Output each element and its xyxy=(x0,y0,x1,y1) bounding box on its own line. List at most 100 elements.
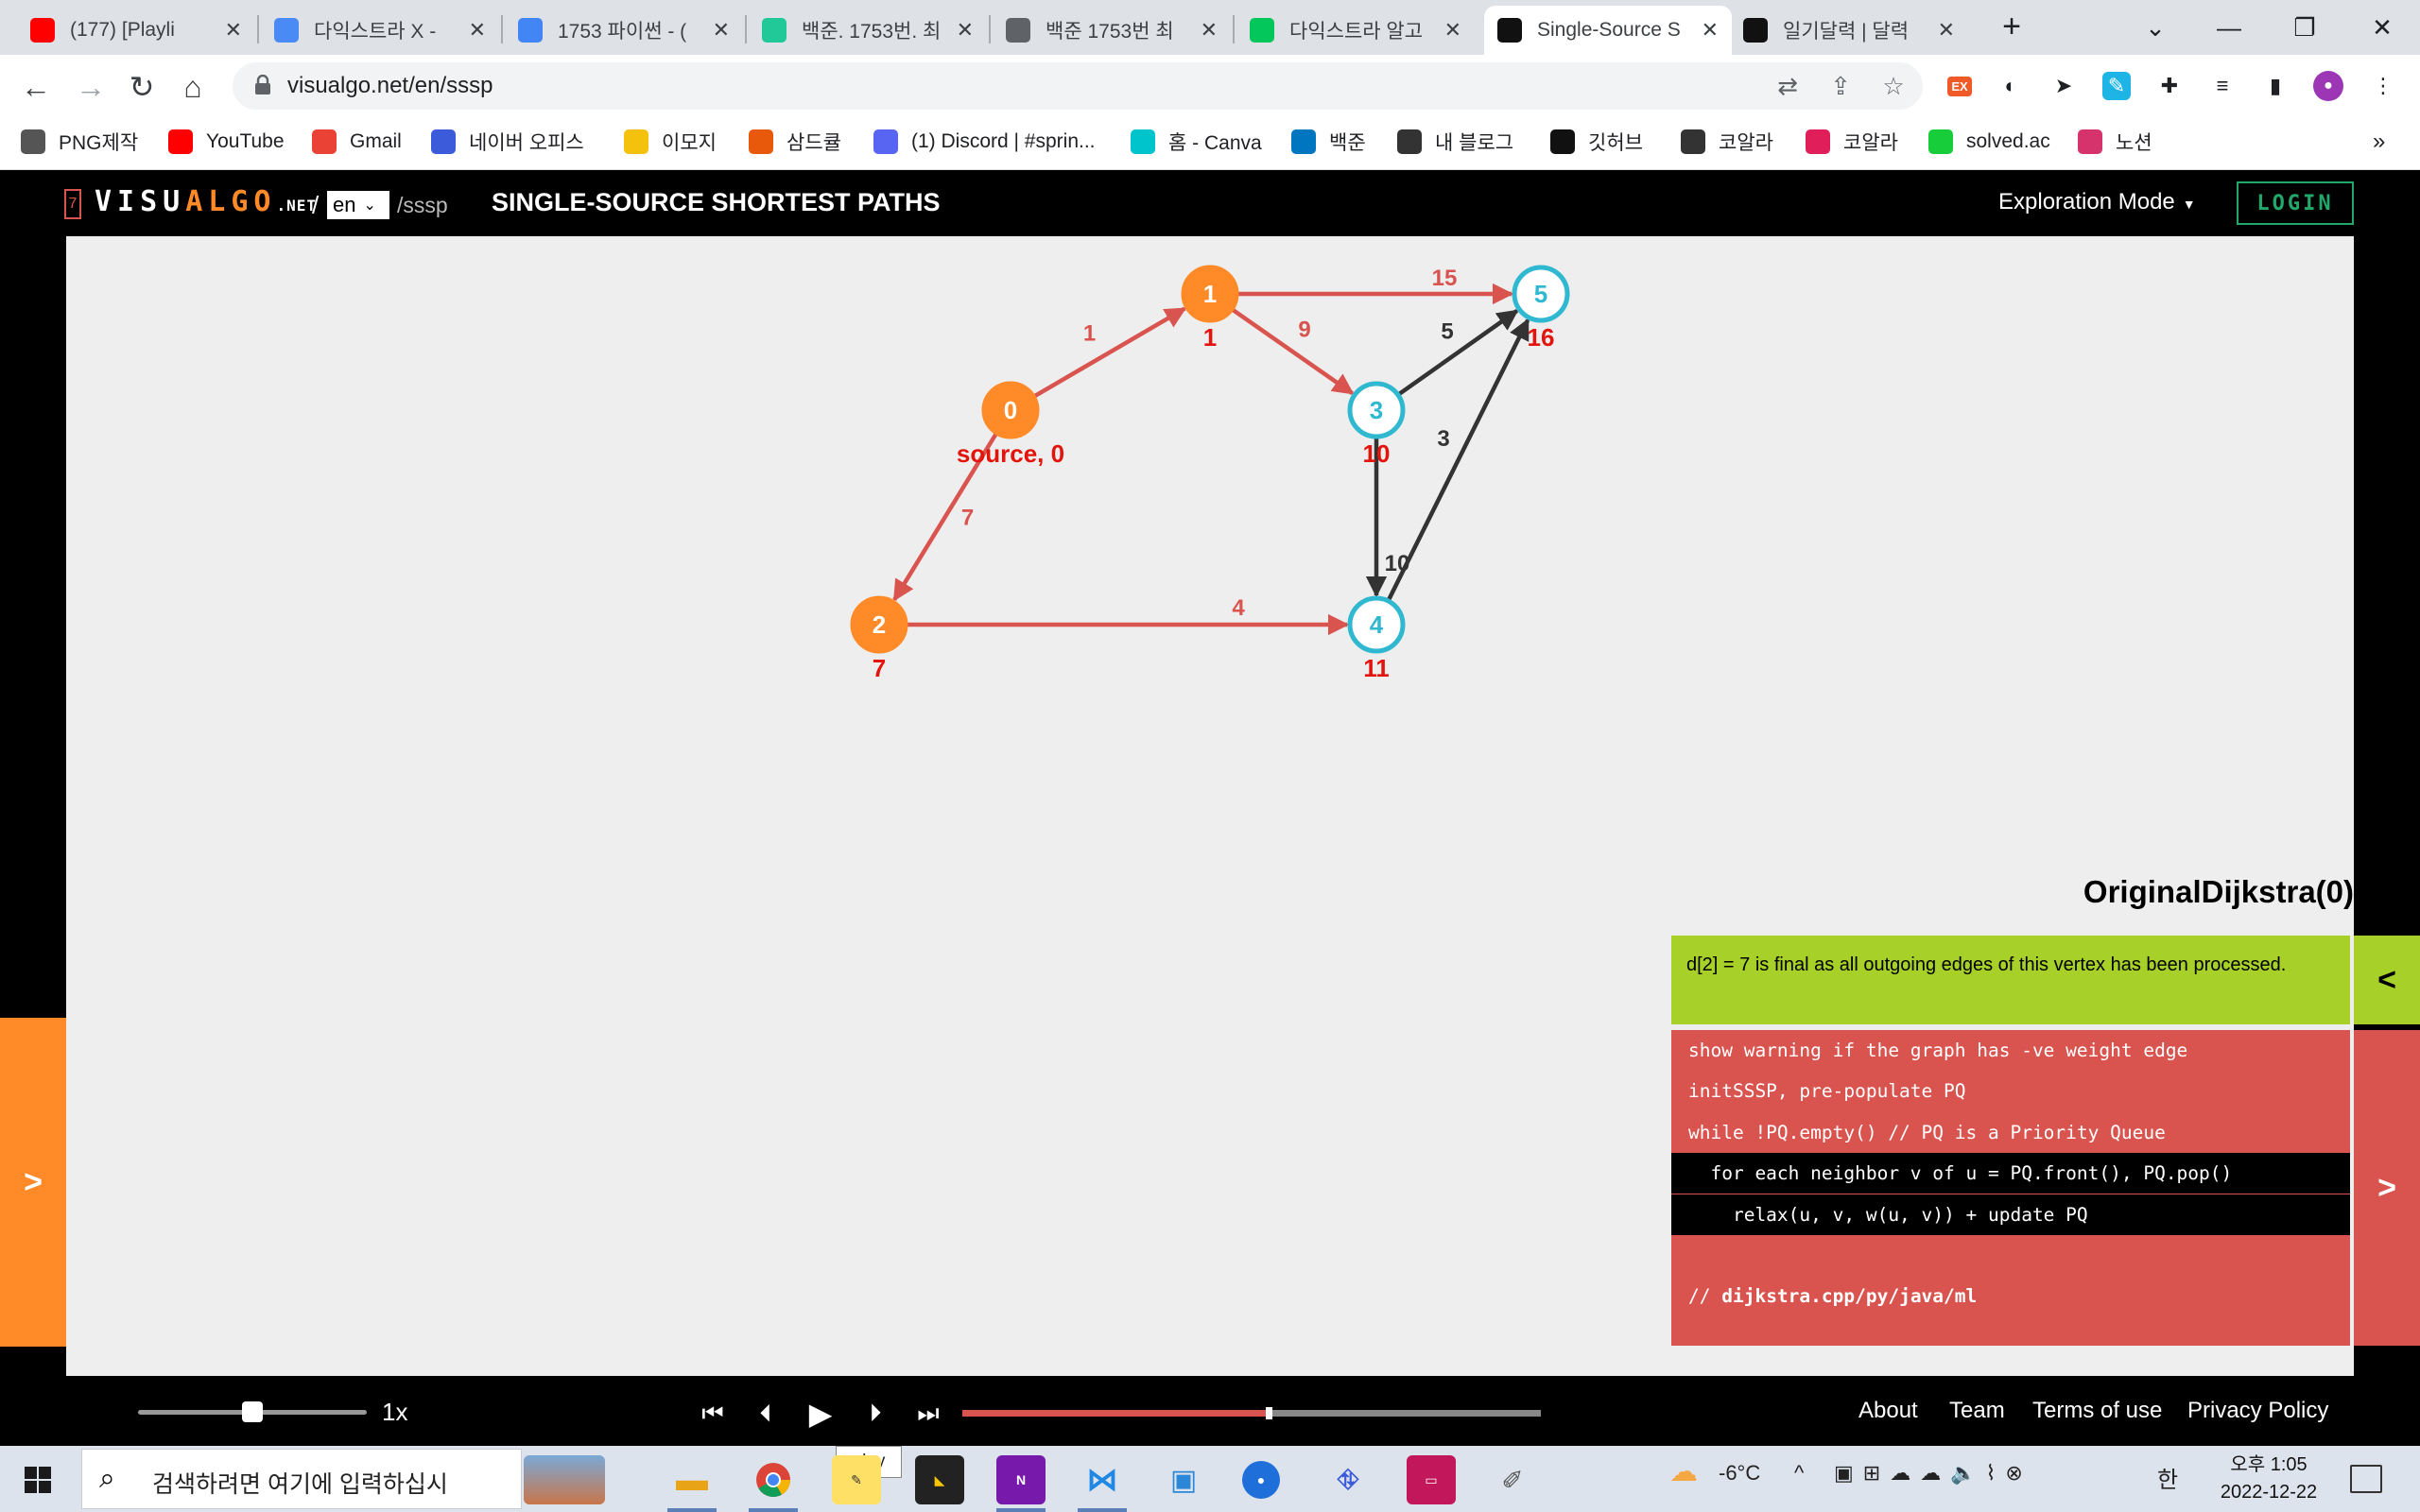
bookmark-item[interactable]: YouTube xyxy=(168,123,285,161)
close-window-button[interactable]: ✕ xyxy=(2344,0,2420,55)
ime-indicator[interactable]: 한 xyxy=(2157,1461,2178,1494)
login-button[interactable]: LOGIN xyxy=(2237,181,2354,225)
sticky-notes-icon[interactable]: ✎ xyxy=(832,1455,881,1504)
footer-link[interactable]: Team xyxy=(1949,1398,2005,1424)
bookmark-item[interactable]: 백준 xyxy=(1291,123,1366,161)
taskbar-search[interactable]: ⌕ 검색하려면 여기에 입력하십시 xyxy=(81,1449,522,1509)
kebab-menu-icon[interactable]: ⋮ xyxy=(2367,70,2399,102)
play-icon[interactable]: ▶ xyxy=(802,1395,839,1433)
more-bookmarks-chevron[interactable]: » xyxy=(2373,123,2385,161)
graph-edge-0-1[interactable] xyxy=(1032,306,1187,399)
collapse-status-button[interactable]: < xyxy=(2354,936,2420,1024)
close-tab-icon[interactable]: ✕ xyxy=(225,18,242,43)
back-arrow-icon[interactable]: ← xyxy=(15,66,57,108)
close-tab-icon[interactable]: ✕ xyxy=(1444,18,1461,43)
media-queue-icon[interactable]: ≡ xyxy=(2206,70,2238,102)
mode-dropdown[interactable]: Exploration Mode ▼ xyxy=(1998,189,2196,215)
circle-extension-icon[interactable]: ◐ xyxy=(1995,70,2027,102)
bookmark-item[interactable]: 네이버 오피스 xyxy=(431,123,584,161)
address-bar[interactable]: visualgo.net/en/sssp xyxy=(233,62,1923,110)
notes-app-icon[interactable]: ◣ xyxy=(915,1455,964,1504)
close-tab-icon[interactable]: ✕ xyxy=(1201,18,1218,43)
windows-start-icon[interactable] xyxy=(25,1467,51,1493)
step-forward-icon[interactable]: ⏵ xyxy=(856,1395,894,1433)
close-tab-icon[interactable]: ✕ xyxy=(957,18,974,43)
visualgo-logo[interactable]: VISUALGO.NET xyxy=(95,185,317,218)
onenote-icon[interactable]: N xyxy=(996,1455,1046,1504)
step-backward-icon[interactable]: ⏴ xyxy=(747,1395,785,1433)
puzzle-extensions-icon[interactable]: ✚ xyxy=(2153,70,2186,102)
bookmark-item[interactable]: 내 블로그 xyxy=(1397,123,1513,161)
close-tab-icon[interactable]: ✕ xyxy=(1938,18,1955,43)
browser-tab[interactable]: 백준 1753번 최 ✕ xyxy=(993,6,1231,55)
footer-link[interactable]: About xyxy=(1858,1398,1918,1424)
side-panel-icon[interactable]: ▮ xyxy=(2259,70,2291,102)
notification-center-icon[interactable] xyxy=(2350,1465,2382,1493)
browser-tab[interactable]: Single-Source S ✕ xyxy=(1484,6,1732,55)
footer-link[interactable]: Privacy Policy xyxy=(2187,1398,2328,1424)
browser-tab[interactable]: 1753 파이썬 - (✕ xyxy=(505,6,743,55)
speed-slider-handle[interactable] xyxy=(242,1401,263,1422)
tab-title: 백준. 1753번. 최 xyxy=(802,21,942,43)
window-app-icon[interactable]: ▣ xyxy=(1159,1455,1208,1504)
open-actions-button[interactable]: > xyxy=(0,1018,66,1347)
bookmark-item[interactable]: 이모지 xyxy=(624,123,717,161)
go-to-end-icon[interactable]: ⏭ xyxy=(909,1395,947,1433)
close-tab-icon[interactable]: ✕ xyxy=(1702,18,1719,43)
paint-app-icon[interactable]: ✐ xyxy=(1488,1455,1537,1504)
browser-tab[interactable]: 다익스트라 알고 ✕ xyxy=(1236,6,1475,55)
new-tab-button[interactable]: + xyxy=(1993,8,2031,45)
tab-search-chevron-icon[interactable]: ⌄ xyxy=(2118,0,2193,55)
bookmark-item[interactable]: solved.ac xyxy=(1928,123,2050,161)
share-icon[interactable]: ⇪ xyxy=(1824,70,1857,102)
bookmark-label: 깃허브 xyxy=(1588,132,1643,154)
forward-arrow-icon[interactable]: → xyxy=(70,66,112,108)
bookmark-item[interactable]: 홈 - Canva xyxy=(1131,123,1262,161)
system-clock[interactable]: 오후 1:05 2022-12-22 xyxy=(2206,1452,2331,1506)
pen-extension-icon[interactable]: ✎ xyxy=(2102,72,2131,100)
cursor-extension-icon[interactable]: ➤ xyxy=(2048,70,2080,102)
browser-tab[interactable]: (177) [Playli ✕ xyxy=(17,6,255,55)
browser-tab[interactable]: 일기달력 | 달력 ✕ xyxy=(1730,6,1968,55)
presentation-app-icon[interactable]: ▭ xyxy=(1407,1455,1456,1504)
graph-edge-1-3[interactable] xyxy=(1230,307,1355,396)
pseudocode-panel: show warning if the graph has -ve weight… xyxy=(1671,1030,2350,1346)
vscode-icon[interactable]: ⋈ xyxy=(1078,1455,1127,1504)
footer-link[interactable]: Terms of use xyxy=(2032,1398,2162,1424)
ex-extension-icon[interactable]: EX xyxy=(1947,76,1972,96)
close-tab-icon[interactable]: ✕ xyxy=(713,18,730,43)
bookmark-item[interactable]: 삼드큘 xyxy=(749,123,841,161)
profile-avatar[interactable]: ● xyxy=(2313,71,2343,101)
chrome-icon[interactable] xyxy=(749,1455,798,1504)
minimize-button[interactable]: — xyxy=(2191,0,2267,55)
restore-button[interactable]: ❐ xyxy=(2267,0,2342,55)
browser-tab[interactable]: 백준. 1753번. 최 ✕ xyxy=(749,6,987,55)
source-code-link[interactable]: dijkstra.cpp/py/java/ml xyxy=(1721,1285,1977,1307)
go-to-beginning-icon[interactable]: ⏮ xyxy=(694,1395,732,1433)
bookmark-item[interactable]: 코알라 xyxy=(1806,123,1898,161)
browser-tab[interactable]: 다익스트라 X - ✕ xyxy=(261,6,499,55)
bookmark-item[interactable]: 코알라 xyxy=(1681,123,1773,161)
progress-handle[interactable] xyxy=(1266,1407,1273,1419)
bookmark-item[interactable]: 노션 xyxy=(2078,123,2152,161)
bookmark-item[interactable]: Gmail xyxy=(312,123,402,161)
bookmark-star-icon[interactable]: ☆ xyxy=(1877,70,1910,102)
remote-app-icon[interactable]: ⛗ xyxy=(1323,1455,1373,1504)
close-tab-icon[interactable]: ✕ xyxy=(469,18,486,43)
file-explorer-icon[interactable]: ▬ xyxy=(667,1455,717,1504)
collapse-code-button[interactable]: > xyxy=(2354,1030,2420,1346)
bookmark-item[interactable]: (1) Discord | #sprin... xyxy=(873,123,1096,161)
home-icon[interactable]: ⌂ xyxy=(172,66,214,108)
search-highlight-image[interactable] xyxy=(524,1455,605,1504)
reload-icon[interactable]: ↻ xyxy=(121,66,163,108)
weather-icon[interactable]: ☁ xyxy=(1669,1455,1698,1488)
weather-temp[interactable]: -6°C xyxy=(1719,1461,1760,1486)
graph-edge-4-5[interactable] xyxy=(1386,318,1530,602)
bookmark-item[interactable]: PNG제작 xyxy=(21,123,138,161)
tray-chevron-up-icon[interactable]: ^ xyxy=(1794,1461,1804,1486)
translate-icon[interactable]: ⇄ xyxy=(1772,70,1804,102)
map-pin-app-icon[interactable]: ● xyxy=(1242,1461,1280,1499)
language-select[interactable]: en ⌄ xyxy=(327,191,389,219)
bookmark-item[interactable]: 깃허브 xyxy=(1550,123,1643,161)
tray-icons[interactable]: ▣⊞☁☁🔈⌇⊗ xyxy=(1834,1461,2032,1486)
